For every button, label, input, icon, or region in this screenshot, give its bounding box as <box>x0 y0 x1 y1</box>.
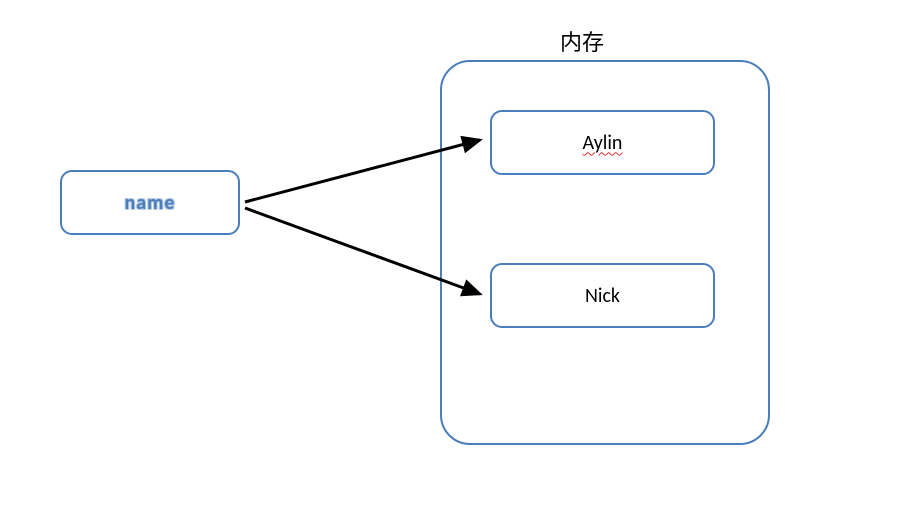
memory-slot-0-value: Aylin <box>583 131 623 155</box>
memory-slot-1: Nick <box>490 263 715 328</box>
memory-slot-0: Aylin <box>490 110 715 175</box>
memory-title: 内存 <box>560 25 604 57</box>
memory-slot-1-value: Nick <box>585 284 620 308</box>
variable-label: name <box>125 191 176 215</box>
variable-box: name <box>60 170 240 235</box>
